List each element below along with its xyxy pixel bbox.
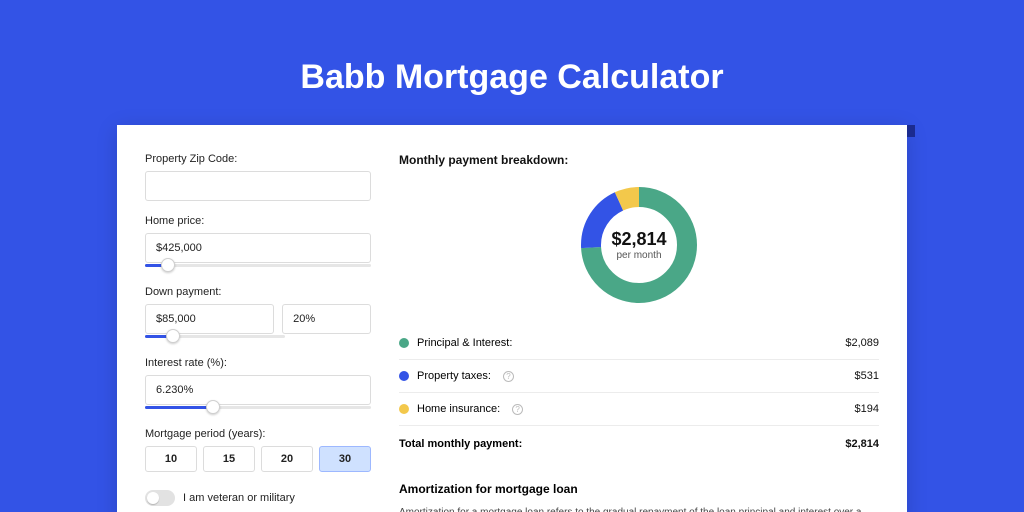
total-label: Total monthly payment: bbox=[399, 438, 522, 450]
info-icon[interactable]: ? bbox=[503, 371, 514, 382]
zip-input[interactable] bbox=[145, 171, 371, 201]
interest-rate-slider[interactable] bbox=[145, 404, 371, 414]
info-icon[interactable]: ? bbox=[512, 404, 523, 415]
veteran-toggle-knob bbox=[147, 492, 159, 504]
veteran-label: I am veteran or military bbox=[183, 492, 295, 504]
card-shadow-stripe bbox=[907, 125, 915, 137]
payment-donut-chart: $2,814 per month bbox=[575, 181, 703, 309]
home-price-slider-thumb[interactable] bbox=[161, 258, 175, 272]
legend-value-insurance: $194 bbox=[855, 403, 879, 415]
down-payment-pct-input[interactable] bbox=[282, 304, 371, 334]
interest-rate-input[interactable] bbox=[145, 375, 371, 405]
amortization-title: Amortization for mortgage loan bbox=[399, 482, 879, 496]
interest-rate-slider-fill bbox=[145, 406, 213, 409]
period-option-10[interactable]: 10 bbox=[145, 446, 197, 472]
breakdown-title: Monthly payment breakdown: bbox=[399, 153, 879, 167]
home-price-input[interactable] bbox=[145, 233, 371, 263]
legend-row-taxes: Property taxes: ? $531 bbox=[399, 360, 879, 393]
home-price-slider[interactable] bbox=[145, 262, 371, 272]
period-option-15[interactable]: 15 bbox=[203, 446, 255, 472]
veteran-toggle[interactable] bbox=[145, 490, 175, 506]
home-price-label: Home price: bbox=[145, 215, 371, 227]
legend-value-principal: $2,089 bbox=[845, 337, 879, 349]
legend-dot-insurance bbox=[399, 404, 409, 414]
calculator-card: Property Zip Code: Home price: Down paym… bbox=[117, 125, 907, 512]
legend-row-total: Total monthly payment: $2,814 bbox=[399, 426, 879, 460]
down-payment-slider-thumb[interactable] bbox=[166, 329, 180, 343]
legend-value-taxes: $531 bbox=[855, 370, 879, 382]
legend-label-taxes: Property taxes: bbox=[417, 370, 491, 382]
total-value: $2,814 bbox=[845, 438, 879, 450]
period-option-30[interactable]: 30 bbox=[319, 446, 371, 472]
legend-label-insurance: Home insurance: bbox=[417, 403, 500, 415]
legend-dot-principal bbox=[399, 338, 409, 348]
interest-rate-label: Interest rate (%): bbox=[145, 357, 371, 369]
legend-row-insurance: Home insurance: ? $194 bbox=[399, 393, 879, 426]
results-panel: Monthly payment breakdown: $2,814 per mo… bbox=[389, 153, 879, 512]
down-payment-slider[interactable] bbox=[145, 333, 285, 343]
input-panel: Property Zip Code: Home price: Down paym… bbox=[145, 153, 389, 512]
page-title: Babb Mortgage Calculator bbox=[300, 58, 723, 97]
interest-rate-slider-thumb[interactable] bbox=[206, 400, 220, 414]
legend-row-principal: Principal & Interest: $2,089 bbox=[399, 327, 879, 360]
down-payment-label: Down payment: bbox=[145, 286, 371, 298]
legend-label-principal: Principal & Interest: bbox=[417, 337, 512, 349]
donut-center-value: $2,814 bbox=[611, 229, 666, 250]
mortgage-period-label: Mortgage period (years): bbox=[145, 428, 371, 440]
zip-label: Property Zip Code: bbox=[145, 153, 371, 165]
donut-center-sub: per month bbox=[616, 250, 661, 261]
period-option-20[interactable]: 20 bbox=[261, 446, 313, 472]
down-payment-input[interactable] bbox=[145, 304, 274, 334]
legend-dot-taxes bbox=[399, 371, 409, 381]
amortization-body: Amortization for a mortgage loan refers … bbox=[399, 506, 879, 512]
mortgage-period-group: 10 15 20 30 bbox=[145, 446, 371, 472]
